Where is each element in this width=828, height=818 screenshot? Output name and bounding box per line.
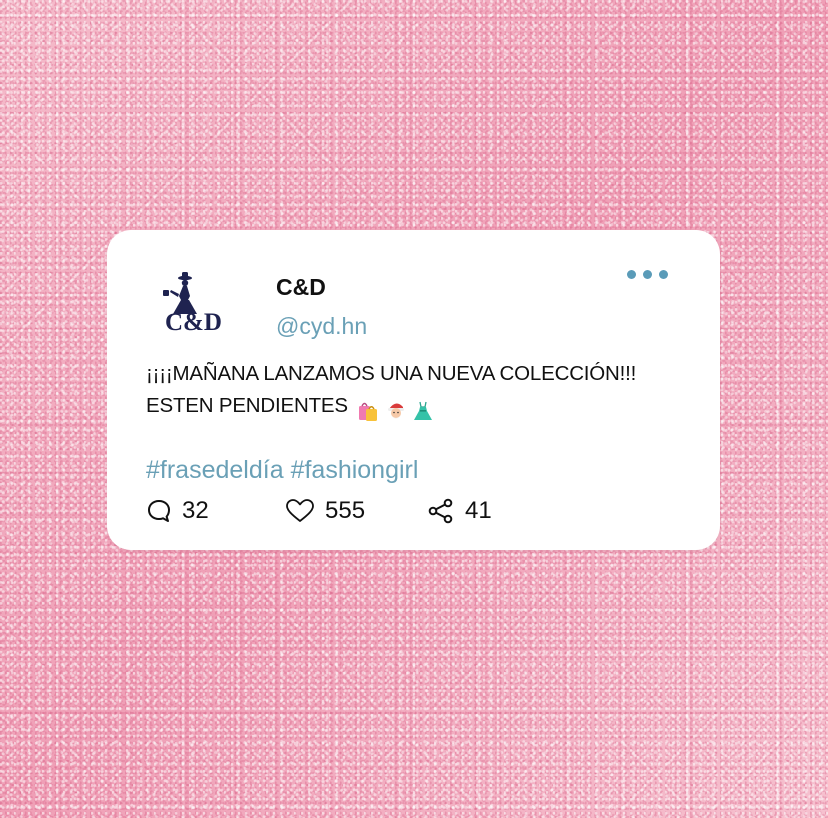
emoji-group xyxy=(357,394,434,426)
tweet-stats: 32 555 41 xyxy=(146,496,666,526)
hashtags: #frasedeldía #fashiongirl xyxy=(146,456,418,485)
more-dot xyxy=(627,269,636,279)
santa-icon xyxy=(387,403,404,419)
share-button[interactable]: 41 xyxy=(427,496,492,526)
avatar[interactable]: C&D xyxy=(157,270,245,336)
brand-logo: C&D xyxy=(163,272,222,336)
dress-icon xyxy=(414,401,433,420)
tweet-card: C&D C&D @cyd.hn ¡¡¡¡MAÑANA LANZAMOS UNA … xyxy=(107,230,720,550)
more-dot xyxy=(643,269,652,279)
logo-text: C&D xyxy=(165,309,222,334)
comment-icon xyxy=(148,500,170,522)
more-options-button[interactable] xyxy=(627,268,671,280)
display-name[interactable]: C&D xyxy=(276,274,326,301)
hashtag-link[interactable]: #frasedeldía xyxy=(146,456,284,484)
like-button[interactable]: 555 xyxy=(285,496,365,526)
user-handle[interactable]: @cyd.hn xyxy=(276,313,367,340)
more-dot xyxy=(659,269,668,279)
reply-button[interactable]: 32 xyxy=(146,496,209,526)
like-count: 555 xyxy=(325,497,366,524)
share-count: 41 xyxy=(465,497,492,524)
hashtag-link[interactable]: #fashiongirl xyxy=(291,456,419,484)
shopping-bags-icon xyxy=(359,402,378,421)
share-icon xyxy=(428,498,453,524)
tweet-text: ¡¡¡¡MAÑANA LANZAMOS UNA NUEVA COLECCIÓN!… xyxy=(146,358,686,426)
heart-icon xyxy=(286,499,314,522)
reply-count: 32 xyxy=(182,497,209,524)
